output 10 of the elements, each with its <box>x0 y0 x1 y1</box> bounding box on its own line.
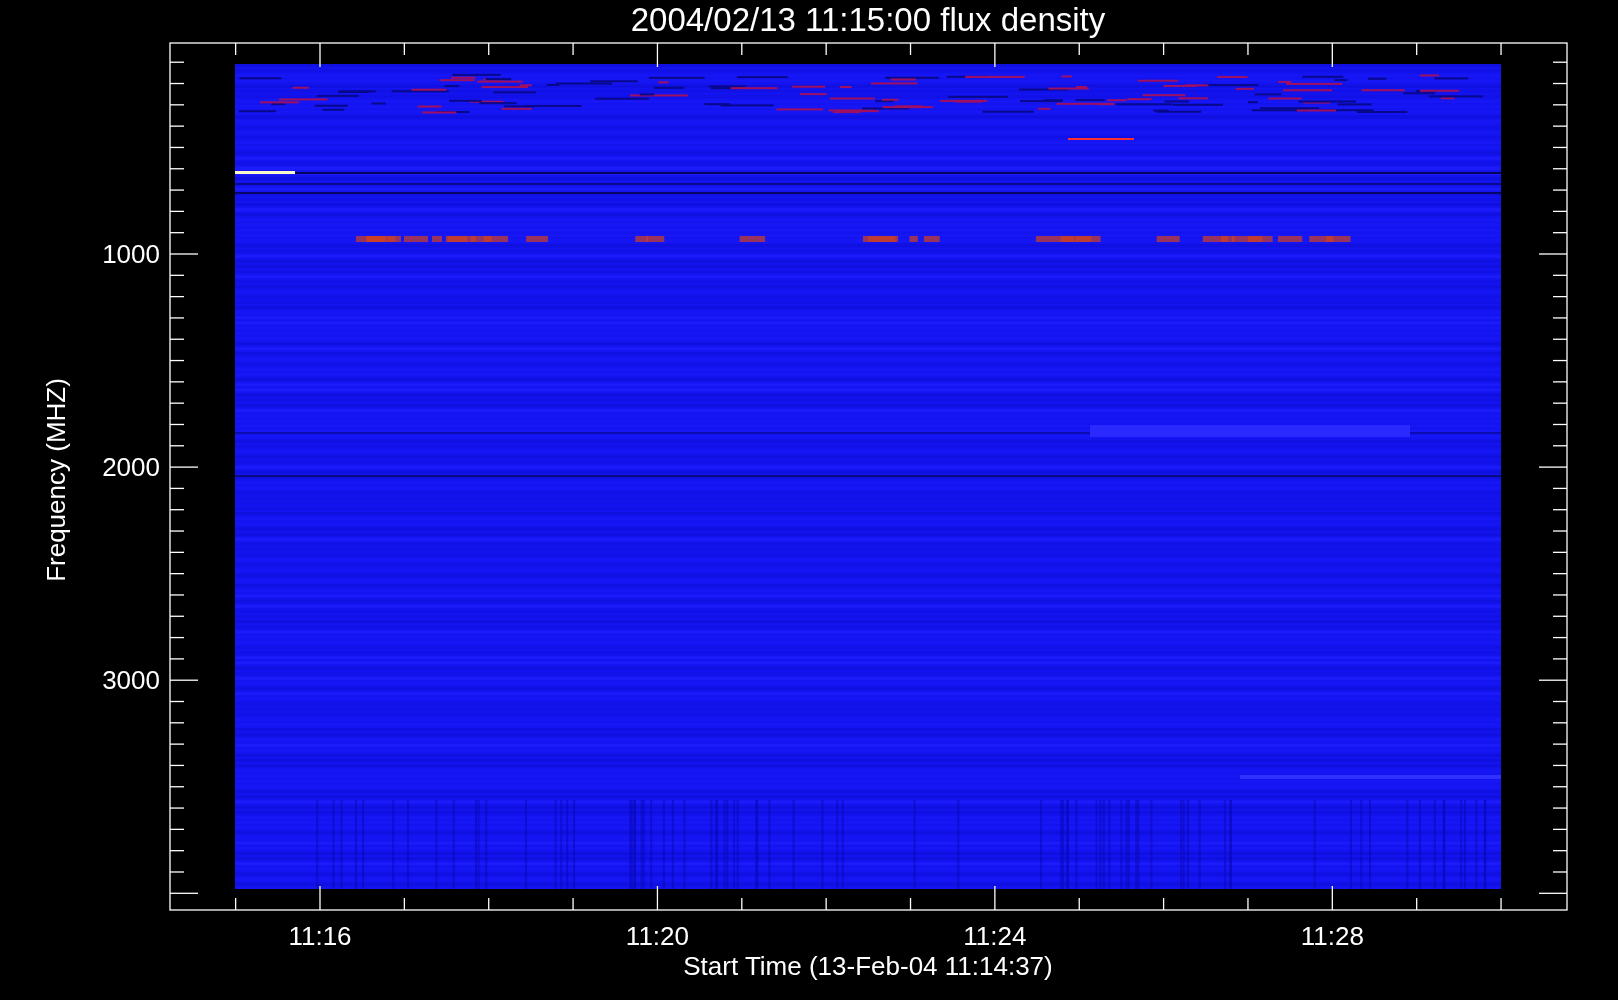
y-axis-label: Frequency (MHZ) <box>41 378 71 582</box>
y-tick-label: 3000 <box>102 665 160 696</box>
x-tick-label: 11:20 <box>625 921 689 951</box>
x-tick-label: 11:24 <box>963 921 1027 951</box>
chart-title: 2004/02/13 11:15:00 flux density <box>630 1 1106 38</box>
x-tick-label: 11:28 <box>1300 921 1364 951</box>
x-tick-label: 11:16 <box>288 921 352 951</box>
y-tick-label: 1000 <box>102 239 160 269</box>
x-axis-label: Start Time (13-Feb-04 11:14:37) <box>683 951 1053 981</box>
y-tick-label: 2000 <box>102 452 160 483</box>
